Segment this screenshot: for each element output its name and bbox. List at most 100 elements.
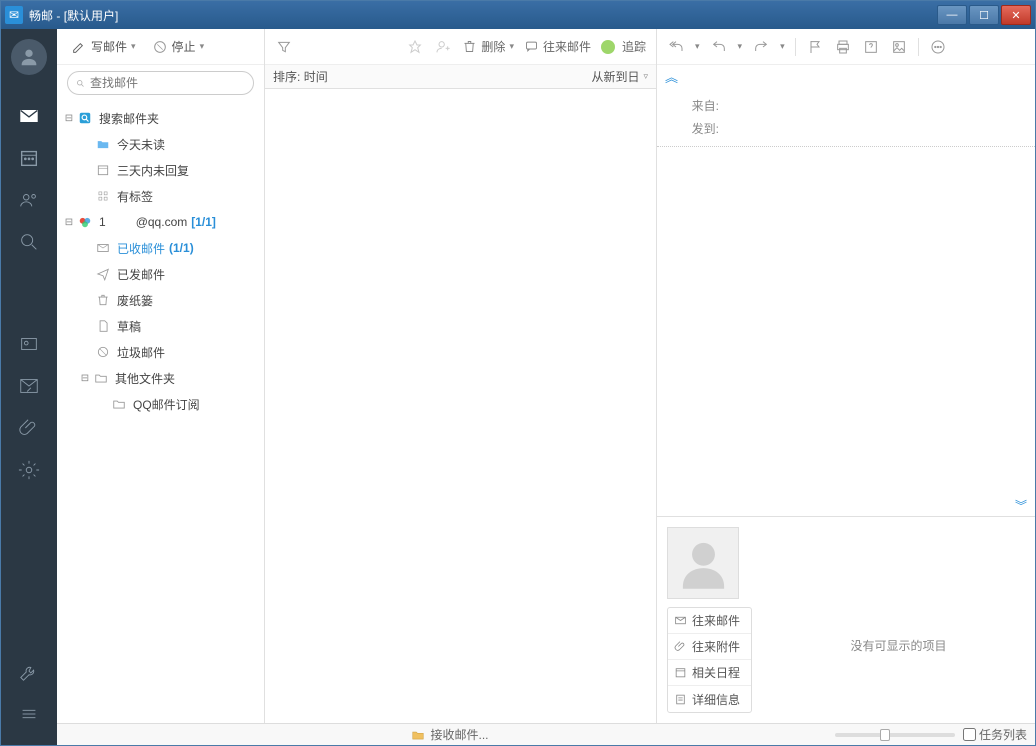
filter-button[interactable] bbox=[275, 38, 293, 56]
nav-card-icon[interactable] bbox=[1, 323, 57, 365]
tab-label: 往来邮件 bbox=[692, 612, 740, 629]
tree-three-days[interactable]: 三天内未回复 bbox=[57, 157, 264, 183]
task-list-toggle[interactable]: 任务列表 bbox=[963, 726, 1027, 743]
tree-label: 垃圾邮件 bbox=[117, 344, 165, 361]
collapse-down-button[interactable]: ︾ bbox=[657, 495, 1035, 516]
qq-account-icon bbox=[77, 214, 93, 230]
zoom-slider[interactable] bbox=[835, 733, 955, 737]
track-button[interactable]: 追踪 bbox=[601, 38, 646, 55]
picture-icon[interactable] bbox=[890, 38, 908, 56]
expander-icon[interactable]: ⊟ bbox=[63, 113, 75, 124]
nav-contacts-icon[interactable] bbox=[1, 179, 57, 221]
minimize-button[interactable]: — bbox=[937, 5, 967, 25]
tab-related-attach[interactable]: 往来附件 bbox=[668, 634, 751, 660]
tree-sent[interactable]: 已发邮件 bbox=[57, 261, 264, 287]
reply-icon[interactable] bbox=[710, 38, 728, 56]
folder-tree: ⊟ 搜索邮件夹 今天未读 三天内未回复 bbox=[57, 101, 264, 723]
contact-avatar bbox=[667, 527, 739, 599]
search-folder-icon bbox=[77, 110, 93, 126]
tag-icon bbox=[95, 188, 111, 204]
titlebar: ✉ 畅邮 - [默认用户] — ☐ ✕ bbox=[1, 1, 1035, 29]
tree-label: 有标签 bbox=[117, 188, 153, 205]
flag-icon[interactable] bbox=[806, 38, 824, 56]
tab-related-mail[interactable]: 往来邮件 bbox=[668, 608, 751, 634]
tree-other-folders[interactable]: ⊟ 其他文件夹 bbox=[57, 365, 264, 391]
tree-trash[interactable]: 废纸篓 bbox=[57, 287, 264, 313]
tree-qq-subscribe[interactable]: QQ邮件订阅 bbox=[57, 391, 264, 417]
caret-down-icon[interactable]: ▾ bbox=[738, 41, 743, 52]
reply-all-icon[interactable] bbox=[667, 38, 685, 56]
tab-related-calendar[interactable]: 相关日程 bbox=[668, 660, 751, 686]
forward-icon[interactable] bbox=[752, 38, 770, 56]
nav-tools-icon[interactable] bbox=[1, 651, 57, 693]
assign-icon[interactable] bbox=[434, 38, 452, 56]
caret-down-icon: ▿ bbox=[643, 71, 648, 82]
chat-icon bbox=[524, 39, 539, 54]
nav-menu-icon[interactable] bbox=[1, 693, 57, 735]
tree-tagged[interactable]: 有标签 bbox=[57, 183, 264, 209]
pin-icon[interactable] bbox=[406, 38, 424, 56]
delete-button[interactable]: 删除 ▾ bbox=[462, 38, 514, 55]
compose-button[interactable]: 写邮件 ▾ bbox=[67, 35, 140, 58]
help-icon[interactable] bbox=[862, 38, 880, 56]
tree-label: 已发邮件 bbox=[117, 266, 165, 283]
tree-label: 三天内未回复 bbox=[117, 162, 189, 179]
draft-icon bbox=[95, 318, 111, 334]
tab-detail[interactable]: 详细信息 bbox=[668, 686, 751, 712]
stop-button[interactable]: 停止 ▾ bbox=[148, 35, 209, 58]
caret-down-icon: ▾ bbox=[131, 41, 136, 52]
more-icon[interactable] bbox=[929, 38, 947, 56]
statusbar: 接收邮件... 任务列表 bbox=[57, 723, 1035, 745]
tree-junk[interactable]: 垃圾邮件 bbox=[57, 339, 264, 365]
expander-icon[interactable]: ⊟ bbox=[63, 217, 75, 228]
tree-drafts[interactable]: 草稿 bbox=[57, 313, 264, 339]
nav-calendar-icon[interactable] bbox=[1, 137, 57, 179]
collapse-up-button[interactable]: ︽ bbox=[657, 65, 1035, 88]
nav-sidebar bbox=[1, 29, 57, 745]
account-count: [1/1] bbox=[191, 215, 216, 229]
stop-label: 停止 bbox=[172, 38, 196, 55]
tree-label: QQ邮件订阅 bbox=[133, 396, 200, 413]
inbox-count: (1/1) bbox=[169, 241, 194, 255]
sent-icon bbox=[95, 266, 111, 282]
maximize-button[interactable]: ☐ bbox=[969, 5, 999, 25]
tab-label: 相关日程 bbox=[692, 664, 740, 681]
nav-search-icon[interactable] bbox=[1, 221, 57, 263]
print-icon[interactable] bbox=[834, 38, 852, 56]
nav-attach-icon[interactable] bbox=[1, 407, 57, 449]
track-dot-icon bbox=[601, 40, 615, 54]
close-button[interactable]: ✕ bbox=[1001, 5, 1031, 25]
task-list-checkbox[interactable] bbox=[963, 728, 976, 741]
search-input[interactable] bbox=[90, 76, 245, 90]
caret-down-icon: ▾ bbox=[200, 41, 205, 52]
inbox-icon bbox=[95, 240, 111, 256]
slider-thumb[interactable] bbox=[880, 729, 890, 741]
tab-label: 详细信息 bbox=[692, 691, 740, 708]
sort-field: 时间 bbox=[304, 70, 328, 84]
app-icon: ✉ bbox=[5, 6, 23, 24]
list-header[interactable]: 排序: 时间 从新到日 ▿ bbox=[265, 65, 656, 89]
nav-mail-icon[interactable] bbox=[1, 95, 57, 137]
expander-icon[interactable]: ⊟ bbox=[79, 373, 91, 384]
receiving-icon bbox=[411, 728, 425, 742]
user-avatar[interactable] bbox=[11, 39, 47, 75]
from-label: 来自: bbox=[669, 97, 719, 114]
compose-icon bbox=[71, 39, 87, 55]
related-mail-button[interactable]: 往来邮件 bbox=[524, 38, 591, 55]
junk-icon bbox=[95, 344, 111, 360]
trash-icon bbox=[95, 292, 111, 308]
account-label: 1 @qq.com bbox=[99, 215, 187, 229]
nav-settings-icon[interactable] bbox=[1, 449, 57, 491]
tree-search-folders[interactable]: ⊟ 搜索邮件夹 bbox=[57, 105, 264, 131]
tree-inbox[interactable]: 已收邮件 (1/1) bbox=[57, 235, 264, 261]
tree-account[interactable]: ⊟ 1 @qq.com [1/1] bbox=[57, 209, 264, 235]
tree-today-unread[interactable]: 今天未读 bbox=[57, 131, 264, 157]
tree-label: 搜索邮件夹 bbox=[99, 110, 159, 127]
caret-down-icon[interactable]: ▾ bbox=[780, 41, 785, 52]
nav-todo-icon[interactable] bbox=[1, 365, 57, 407]
compose-label: 写邮件 bbox=[91, 38, 127, 55]
search-box[interactable] bbox=[67, 71, 254, 95]
caret-down-icon[interactable]: ▾ bbox=[695, 41, 700, 52]
message-list bbox=[265, 89, 656, 723]
folder-icon bbox=[111, 396, 127, 412]
